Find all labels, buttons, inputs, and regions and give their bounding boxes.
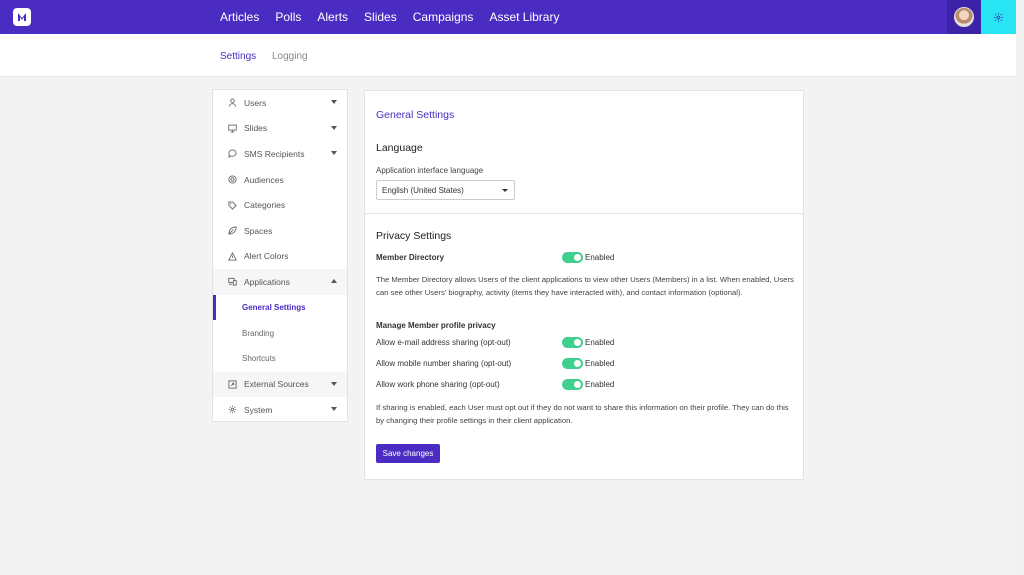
sidebar-item-label: Spaces (244, 225, 273, 236)
language-heading: Language (376, 142, 423, 154)
sidebar-item-label: External Sources (244, 379, 309, 390)
chevron-down-icon (331, 125, 337, 130)
chevron-down-icon (331, 100, 337, 104)
nav-alerts[interactable]: Alerts (317, 10, 348, 24)
mobile-sharing-label: Allow mobile number sharing (opt-out) (376, 359, 512, 368)
chevron-down-icon (331, 381, 337, 386)
nav-slides[interactable]: Slides (364, 10, 397, 24)
app-logo-icon[interactable] (13, 8, 31, 26)
avatar (954, 7, 974, 27)
top-navigation-bar: Articles Polls Alerts Slides Campaigns A… (0, 0, 1016, 34)
gear-icon (228, 405, 237, 414)
sidebar-item-label: Slides (244, 123, 268, 134)
sidebar-item-categories[interactable]: Categories (213, 192, 347, 218)
general-settings-card: General Settings Language Application in… (364, 90, 804, 480)
nav-polls[interactable]: Polls (275, 10, 301, 24)
main-nav: Articles Polls Alerts Slides Campaigns A… (220, 0, 575, 34)
sidebar-item-label: SMS Recipients (244, 148, 305, 159)
devices-icon (228, 277, 237, 287)
tab-settings[interactable]: Settings (220, 51, 256, 62)
sidebar-subitem-general-settings[interactable]: General Settings (213, 294, 347, 321)
tag-icon (228, 201, 237, 210)
nav-articles[interactable]: Articles (220, 10, 259, 24)
language-label: Application interface language (376, 166, 484, 175)
chevron-down-icon (331, 151, 337, 156)
nav-campaigns[interactable]: Campaigns (413, 10, 474, 24)
mobile-sharing-toggle[interactable] (562, 358, 583, 369)
chevron-down-icon (502, 189, 508, 192)
gear-icon (993, 12, 1004, 22)
sidebar-item-applications[interactable]: Applications (213, 269, 347, 295)
sidebar-item-label: Alert Colors (244, 251, 289, 262)
sidebar-item-label: System (244, 404, 273, 415)
sidebar-item-audiences[interactable]: Audiences (213, 167, 347, 193)
email-sharing-state: Enabled (585, 338, 615, 347)
work-phone-sharing-label: Allow work phone sharing (opt-out) (376, 380, 500, 389)
page-scrollbar[interactable] (1016, 0, 1024, 575)
language-select-value: English (United States) (382, 185, 464, 195)
language-select[interactable]: English (United States) (376, 180, 515, 200)
sharing-description: If sharing is enabled, each User must op… (376, 403, 789, 425)
sidebar-item-spaces[interactable]: Spaces (213, 218, 347, 244)
external-icon (228, 380, 237, 389)
warning-icon (228, 251, 237, 261)
sidebar-item-label: Categories (244, 200, 286, 211)
sidebar-item-sms-recipients[interactable]: SMS Recipients (213, 141, 347, 167)
tab-logging[interactable]: Logging (272, 51, 308, 62)
monitor-icon (228, 124, 237, 133)
sidebar-subitem-branding[interactable]: Branding (213, 320, 347, 346)
chat-bubble-icon (228, 149, 237, 159)
section-divider (365, 213, 803, 214)
sidebar-item-label: Audiences (244, 174, 284, 185)
sidebar-subitem-shortcuts[interactable]: Shortcuts (213, 345, 347, 372)
mobile-sharing-state: Enabled (585, 359, 615, 368)
sidebar-item-system[interactable]: System (213, 397, 347, 423)
sub-navigation: Settings Logging (0, 34, 1016, 77)
work-phone-sharing-toggle[interactable] (562, 379, 583, 390)
chevron-up-icon (331, 279, 337, 284)
settings-sidebar: Users Slides SMS Recipients Audiences Ca… (212, 89, 348, 422)
sidebar-item-alert-colors[interactable]: Alert Colors (213, 244, 347, 270)
manage-privacy-heading: Manage Member profile privacy (376, 321, 496, 330)
settings-button[interactable] (981, 0, 1016, 34)
sidebar-item-slides[interactable]: Slides (213, 116, 347, 142)
save-changes-button[interactable]: Save changes (376, 444, 440, 463)
sidebar-item-users[interactable]: Users (213, 90, 347, 116)
member-directory-toggle[interactable] (562, 252, 583, 263)
chevron-down-icon (331, 407, 337, 412)
page-title: General Settings (376, 109, 455, 121)
member-directory-label: Member Directory (376, 253, 445, 262)
work-phone-sharing-state: Enabled (585, 380, 615, 389)
nav-asset-library[interactable]: Asset Library (489, 10, 559, 24)
sidebar-item-external-sources[interactable]: External Sources (213, 371, 347, 398)
target-icon (228, 175, 237, 184)
sidebar-item-label: Applications (244, 276, 290, 287)
sidebar-item-label: Users (244, 97, 267, 108)
leaf-icon (228, 226, 237, 235)
privacy-heading: Privacy Settings (376, 230, 452, 242)
user-icon (228, 98, 237, 107)
user-avatar-button[interactable] (947, 0, 981, 34)
member-directory-description: The Member Directory allows Users of the… (376, 275, 794, 297)
email-sharing-label: Allow e-mail address sharing (opt-out) (376, 338, 511, 347)
member-directory-state: Enabled (585, 253, 615, 262)
email-sharing-toggle[interactable] (562, 337, 583, 348)
